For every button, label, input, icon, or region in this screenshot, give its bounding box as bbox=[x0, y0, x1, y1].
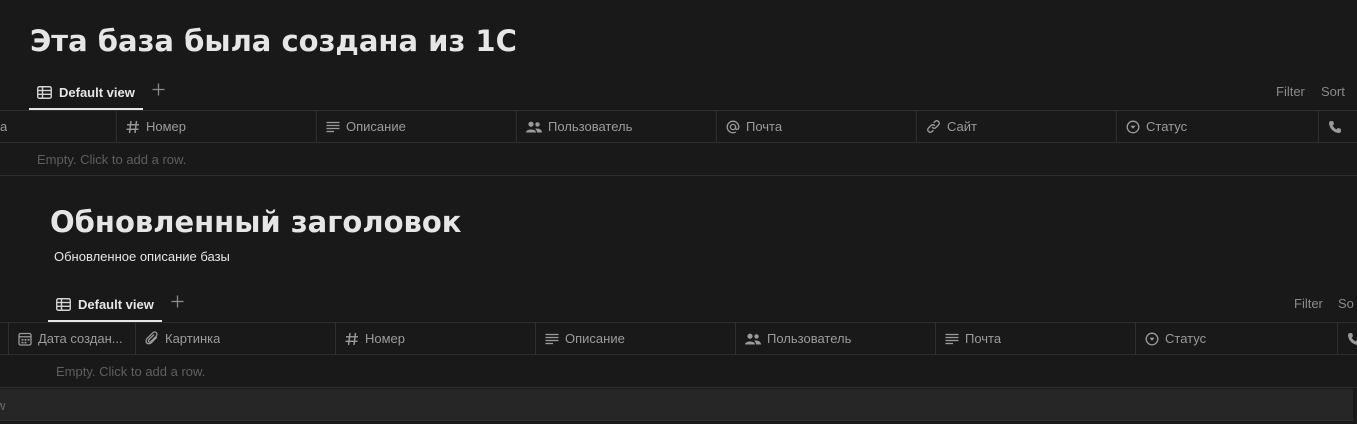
column-label: Почта bbox=[746, 119, 783, 134]
sort-button[interactable]: Sort bbox=[1321, 84, 1345, 99]
link-icon bbox=[926, 119, 941, 134]
column-header-number[interactable]: Номер bbox=[336, 323, 536, 354]
column-header-email[interactable]: Почта bbox=[936, 323, 1136, 354]
sort-button[interactable]: So bbox=[1338, 296, 1354, 311]
plus-icon bbox=[171, 295, 184, 313]
column-label: Пользователь bbox=[767, 331, 852, 346]
status-icon bbox=[1145, 332, 1159, 346]
bottom-bar[interactable]: w bbox=[0, 389, 1353, 421]
column-label: Почта bbox=[965, 331, 1002, 346]
filter-button[interactable]: Filter bbox=[1294, 296, 1323, 311]
column-header-image[interactable]: Картинка bbox=[136, 323, 336, 354]
plus-icon bbox=[152, 83, 165, 101]
views-bar: Default view Filter Sort bbox=[0, 76, 1357, 110]
column-label: Статус bbox=[1165, 331, 1207, 346]
column-header-status[interactable]: Статус bbox=[1117, 111, 1319, 142]
empty-row-text: Empty. Click to add a row. bbox=[37, 152, 187, 167]
column-label: Пользователь bbox=[548, 119, 633, 134]
column-label: а bbox=[0, 119, 8, 134]
phone-icon bbox=[1347, 332, 1357, 346]
empty-row-text: Empty. Click to add a row. bbox=[56, 364, 206, 379]
column-header-phone[interactable] bbox=[1319, 111, 1357, 142]
column-label: Сайт bbox=[947, 119, 977, 134]
add-view-button[interactable] bbox=[150, 83, 166, 101]
column-label: Описание bbox=[346, 119, 406, 134]
column-header-status[interactable]: Статус bbox=[1136, 323, 1338, 354]
hash-icon bbox=[126, 120, 140, 134]
column-header-site[interactable]: Сайт bbox=[917, 111, 1117, 142]
column-label: Описание bbox=[565, 331, 625, 346]
column-header-number[interactable]: Номер bbox=[117, 111, 317, 142]
column-header-phone[interactable] bbox=[1338, 323, 1357, 354]
add-view-button[interactable] bbox=[169, 295, 185, 313]
page: Эта база была создана из 1С Default view… bbox=[0, 0, 1357, 424]
views-bar: Default view Filter So bbox=[0, 288, 1357, 322]
column-header-created-date[interactable]: Дата создан... bbox=[9, 323, 136, 354]
column-label: Статус bbox=[1146, 119, 1188, 134]
column-header-email[interactable]: Почта bbox=[717, 111, 917, 142]
hash-icon bbox=[345, 332, 359, 346]
column-label: Дата создан... bbox=[38, 331, 123, 346]
filter-button[interactable]: Filter bbox=[1276, 84, 1305, 99]
text-lines-icon bbox=[326, 121, 340, 133]
tab-default-view[interactable]: Default view bbox=[29, 76, 143, 110]
empty-row[interactable]: Empty. Click to add a row. bbox=[0, 143, 1357, 176]
column-header-user[interactable]: Пользователь bbox=[736, 323, 936, 354]
column-label: Номер bbox=[146, 119, 187, 134]
column-label: Номер bbox=[365, 331, 406, 346]
tab-default-view[interactable]: Default view bbox=[48, 288, 162, 322]
table-icon bbox=[56, 297, 71, 311]
column-header-user[interactable]: Пользователь bbox=[517, 111, 717, 142]
column-header-description[interactable]: Описание bbox=[536, 323, 736, 354]
paperclip-icon bbox=[145, 331, 159, 346]
column-header-title[interactable]: а bbox=[0, 111, 117, 142]
table-icon bbox=[37, 85, 52, 99]
empty-row[interactable]: Empty. Click to add a row. bbox=[0, 355, 1357, 388]
database-title[interactable]: Обновленный заголовок bbox=[50, 205, 461, 239]
text-lines-icon bbox=[545, 333, 559, 345]
table-header: а Номер Описание Пользователь Почта Сайт… bbox=[0, 110, 1357, 143]
text-lines-icon bbox=[945, 333, 959, 345]
column-header-description[interactable]: Описание bbox=[317, 111, 517, 142]
view-tab-label: Default view bbox=[59, 84, 135, 100]
phone-icon bbox=[1328, 120, 1342, 134]
table-header: Дата создан... Картинка Номер Описание П… bbox=[0, 322, 1357, 355]
column-label: Картинка bbox=[165, 331, 221, 346]
view-tab-label: Default view bbox=[78, 296, 154, 312]
bottom-bar-text: w bbox=[0, 398, 6, 413]
database-title[interactable]: Эта база была создана из 1С bbox=[30, 24, 517, 58]
people-icon bbox=[745, 333, 761, 345]
calendar-icon bbox=[18, 332, 32, 346]
people-icon bbox=[526, 121, 542, 133]
database-description[interactable]: Обновленное описание базы bbox=[54, 249, 230, 264]
at-sign-icon bbox=[726, 120, 740, 134]
status-icon bbox=[1126, 120, 1140, 134]
column-header-left-edge bbox=[0, 323, 9, 354]
